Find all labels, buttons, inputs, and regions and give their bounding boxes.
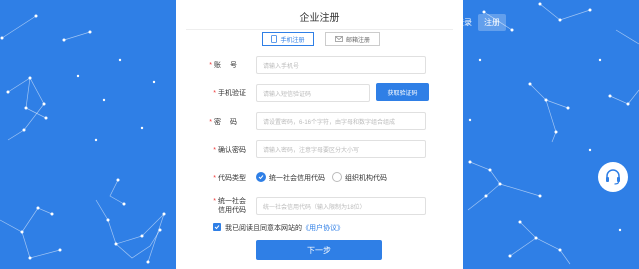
user-agreement-link[interactable]: 《用户协议》	[302, 225, 344, 232]
registration-panel: 企业注册 手机注册 邮箱注册 * 账号 请输入手机号 * 手机验证 请输入短信验证码…	[176, 0, 463, 269]
credit-code-label: * 统一社会 信用代码	[213, 198, 246, 214]
account-label: * 账号	[209, 62, 246, 69]
tab-phone-register[interactable]: 手机注册	[262, 32, 314, 46]
credit-code-input[interactable]: 统一社会信用代码（输入限制为18位）	[256, 197, 426, 215]
register-link[interactable]: 注册	[478, 14, 506, 31]
radio-org-code-label: 组织机构代码	[345, 175, 387, 182]
required-mark: *	[213, 90, 216, 97]
check-icon	[214, 225, 220, 230]
sms-code-input[interactable]: 请输入短信验证码	[256, 84, 370, 102]
sms-code-label: * 手机验证	[213, 90, 246, 97]
page-title: 企业注册	[299, 13, 340, 24]
next-step-button[interactable]: 下一步	[256, 240, 382, 260]
tab-email-label: 邮箱注册	[345, 37, 370, 44]
account-input[interactable]: 请输入手机号	[256, 56, 426, 74]
customer-service-button[interactable]	[598, 162, 628, 192]
radio-credit-code[interactable]	[256, 172, 266, 182]
required-mark: *	[213, 147, 216, 154]
confirm-password-input[interactable]: 请输入密码，注意字母要区分大小写	[256, 140, 426, 158]
radio-org-code[interactable]	[332, 172, 342, 182]
headset-icon	[606, 169, 620, 185]
password-input[interactable]: 请设置密码，6-16个字符，由字母和数字组合组成	[256, 112, 426, 130]
code-type-label: * 代码类型	[213, 175, 246, 182]
tab-phone-label: 手机注册	[280, 37, 305, 44]
required-mark: *	[213, 175, 216, 182]
required-mark: *	[213, 198, 216, 205]
check-icon	[258, 175, 264, 180]
top-nav: 登录 注册	[458, 14, 506, 31]
get-code-button[interactable]: 获取验证码	[376, 83, 429, 101]
confirm-password-label: * 确认密码	[213, 147, 246, 154]
tab-email-register[interactable]: 邮箱注册	[325, 32, 380, 46]
title-divider	[186, 29, 453, 30]
required-mark: *	[209, 119, 212, 126]
radio-credit-code-label: 统一社会信用代码	[269, 175, 325, 182]
password-label: * 密码	[209, 119, 246, 126]
agreement-text: 我已阅读且同意本网站的《用户协议》	[225, 225, 344, 232]
phone-icon	[271, 35, 278, 43]
required-mark: *	[209, 62, 212, 69]
mail-icon	[335, 36, 343, 42]
agreement-checkbox[interactable]	[213, 223, 221, 231]
